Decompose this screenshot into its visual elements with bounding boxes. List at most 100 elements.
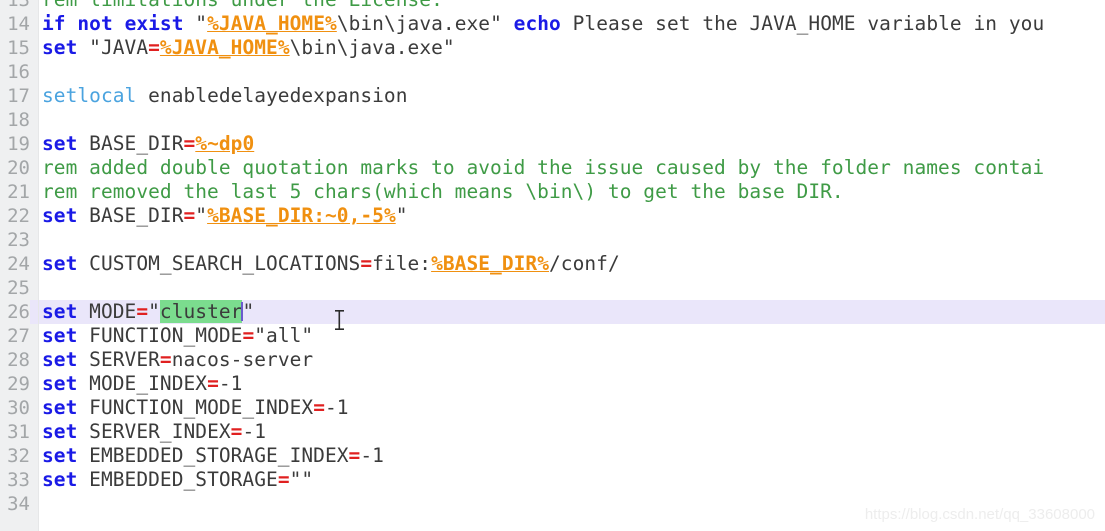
code-token: %BASE_DIR%	[431, 252, 549, 275]
code-token: MODE	[77, 300, 137, 323]
code-line[interactable]: 24 set CUSTOM_SEARCH_LOCATIONS=file:%BASE…	[0, 252, 1105, 276]
code-token: BASE_DIR	[77, 132, 184, 155]
code-token: BASE_DIR	[77, 204, 184, 227]
line-number: 20	[7, 157, 30, 179]
code-token: %JAVA_HOME%	[159, 36, 290, 59]
code-line-text: rem added double quotation marks to avoi…	[42, 156, 1044, 180]
line-number: 23	[7, 229, 30, 251]
code-line[interactable]: 19 set BASE_DIR=%~dp0	[0, 132, 1105, 156]
code-line-current[interactable]: 26 set MODE="cluster"	[0, 300, 1105, 324]
code-line-text: setlocal enabledelayedexpansion	[42, 84, 408, 108]
code-line[interactable]: 14 if not exist "%JAVA_HOME%\bin\java.exe…	[0, 12, 1105, 36]
code-token: set	[42, 204, 78, 227]
code-line-text: set EMBEDDED_STORAGE_INDEX=-1	[42, 444, 384, 468]
code-token: MODE_INDEX	[77, 372, 208, 395]
code-line-text: set BASE_DIR="%BASE_DIR:~0,-5%"	[42, 204, 408, 228]
code-line[interactable]: 29 set MODE_INDEX=-1	[0, 372, 1105, 396]
code-token: enabledelayedexpansion	[136, 84, 408, 107]
code-token: "all"	[254, 324, 314, 347]
code-token: /conf/	[549, 252, 620, 275]
code-token: set	[42, 444, 78, 467]
selected-text: cluster	[159, 300, 243, 323]
code-line-text: set CUSTOM_SEARCH_LOCATIONS=file:%BASE_D…	[42, 252, 620, 276]
code-token: =	[242, 324, 255, 347]
line-number: 24	[7, 253, 30, 275]
code-token: if	[42, 12, 66, 35]
code-token: set	[42, 420, 78, 443]
line-number: 27	[7, 325, 30, 347]
code-line[interactable]: 28 set SERVER=nacos-server	[0, 348, 1105, 372]
code-token: =	[207, 372, 219, 395]
code-line[interactable]: 17 setlocal enabledelayedexpansion	[0, 84, 1105, 108]
code-line-text: rem limitations under the License.	[42, 0, 443, 12]
code-token: setlocal	[42, 84, 137, 107]
code-token: %JAVA_HOME%	[207, 12, 337, 35]
code-token: EMBEDDED_STORAGE	[77, 468, 278, 491]
code-token: %BASE_DIR:~0,-5%	[207, 204, 396, 227]
code-line[interactable]: 32 set EMBEDDED_STORAGE_INDEX=-1	[0, 444, 1105, 468]
line-number: 19	[7, 133, 30, 155]
line-number: 26	[0, 300, 30, 324]
code-token: "	[183, 12, 208, 35]
line-number: 29	[7, 373, 30, 395]
code-token: ""	[289, 468, 314, 491]
code-line-text: set MODE_INDEX=-1	[42, 372, 242, 396]
code-line[interactable]: 25	[0, 276, 1105, 300]
code-token: not	[77, 12, 113, 35]
code-token: FUNCTION_MODE	[77, 324, 243, 347]
code-line-text: set FUNCTION_MODE="all"	[42, 324, 313, 348]
code-token: =	[183, 204, 196, 227]
line-number: 14	[7, 13, 30, 35]
code-line[interactable]: 20 rem added double quotation marks to av…	[0, 156, 1105, 180]
code-token: file:	[372, 252, 432, 275]
code-token: "	[195, 204, 208, 227]
code-line-text: set SERVER=nacos-server	[42, 348, 313, 372]
code-token: "	[395, 204, 408, 227]
code-token: exist	[124, 12, 184, 35]
code-token: =	[360, 252, 373, 275]
code-token: =	[313, 396, 325, 419]
code-token: rem limitations under the License.	[42, 0, 443, 11]
code-token: -1	[242, 420, 267, 443]
code-token: CUSTOM_SEARCH_LOCATIONS	[77, 252, 361, 275]
code-line[interactable]: 13 rem limitations under the License.	[0, 0, 1105, 12]
code-token: set	[42, 36, 78, 59]
code-token: SERVER_INDEX	[77, 420, 231, 443]
code-line[interactable]: 15 set "JAVA=%JAVA_HOME%\bin\java.exe"	[0, 36, 1105, 60]
code-token: set	[42, 252, 78, 275]
code-token: set	[42, 372, 78, 395]
gutter-divider	[38, 0, 39, 531]
code-token: \bin\java.exe"	[289, 36, 455, 59]
code-token: "	[148, 300, 160, 323]
code-line[interactable]: 22 set BASE_DIR="%BASE_DIR:~0,-5%"	[0, 204, 1105, 228]
code-token: rem added double quotation marks to avoi…	[42, 156, 1045, 179]
code-token: =	[136, 300, 149, 323]
line-number: 25	[7, 277, 30, 299]
code-line[interactable]: 18	[0, 108, 1105, 132]
code-editor[interactable]: 13 rem limitations under the License. 14 if…	[0, 0, 1105, 531]
line-number: 17	[7, 85, 30, 107]
code-token: "JAVA	[77, 36, 149, 59]
watermark-text: https://blog.csdn.net/qq_33608000	[864, 506, 1095, 523]
code-token: \bin\java.exe"	[336, 12, 514, 35]
code-token: -1	[218, 372, 243, 395]
code-token: nacos-server	[171, 348, 314, 371]
code-token: EMBEDDED_STORAGE_INDEX	[77, 444, 349, 467]
code-line[interactable]: 23	[0, 228, 1105, 252]
line-number: 15	[7, 37, 30, 59]
line-number: 22	[7, 205, 30, 227]
code-line[interactable]: 31 set SERVER_INDEX=-1	[0, 420, 1105, 444]
code-line[interactable]: 33 set EMBEDDED_STORAGE=""	[0, 468, 1105, 492]
code-line[interactable]: 16	[0, 60, 1105, 84]
code-token: %~dp0	[195, 132, 255, 155]
code-line[interactable]: 30 set FUNCTION_MODE_INDEX=-1	[0, 396, 1105, 420]
code-token: "	[242, 300, 255, 323]
code-token: set	[42, 132, 78, 155]
code-line-text: set EMBEDDED_STORAGE=""	[42, 468, 313, 492]
code-token: set	[42, 348, 78, 371]
code-line[interactable]: 27 set FUNCTION_MODE="all"	[0, 324, 1105, 348]
line-number: 18	[7, 109, 30, 131]
code-lines-container[interactable]: 13 rem limitations under the License. 14 if…	[0, 0, 1105, 516]
code-line[interactable]: 21 rem removed the last 5 chars(which mea…	[0, 180, 1105, 204]
code-token: set	[42, 324, 78, 347]
